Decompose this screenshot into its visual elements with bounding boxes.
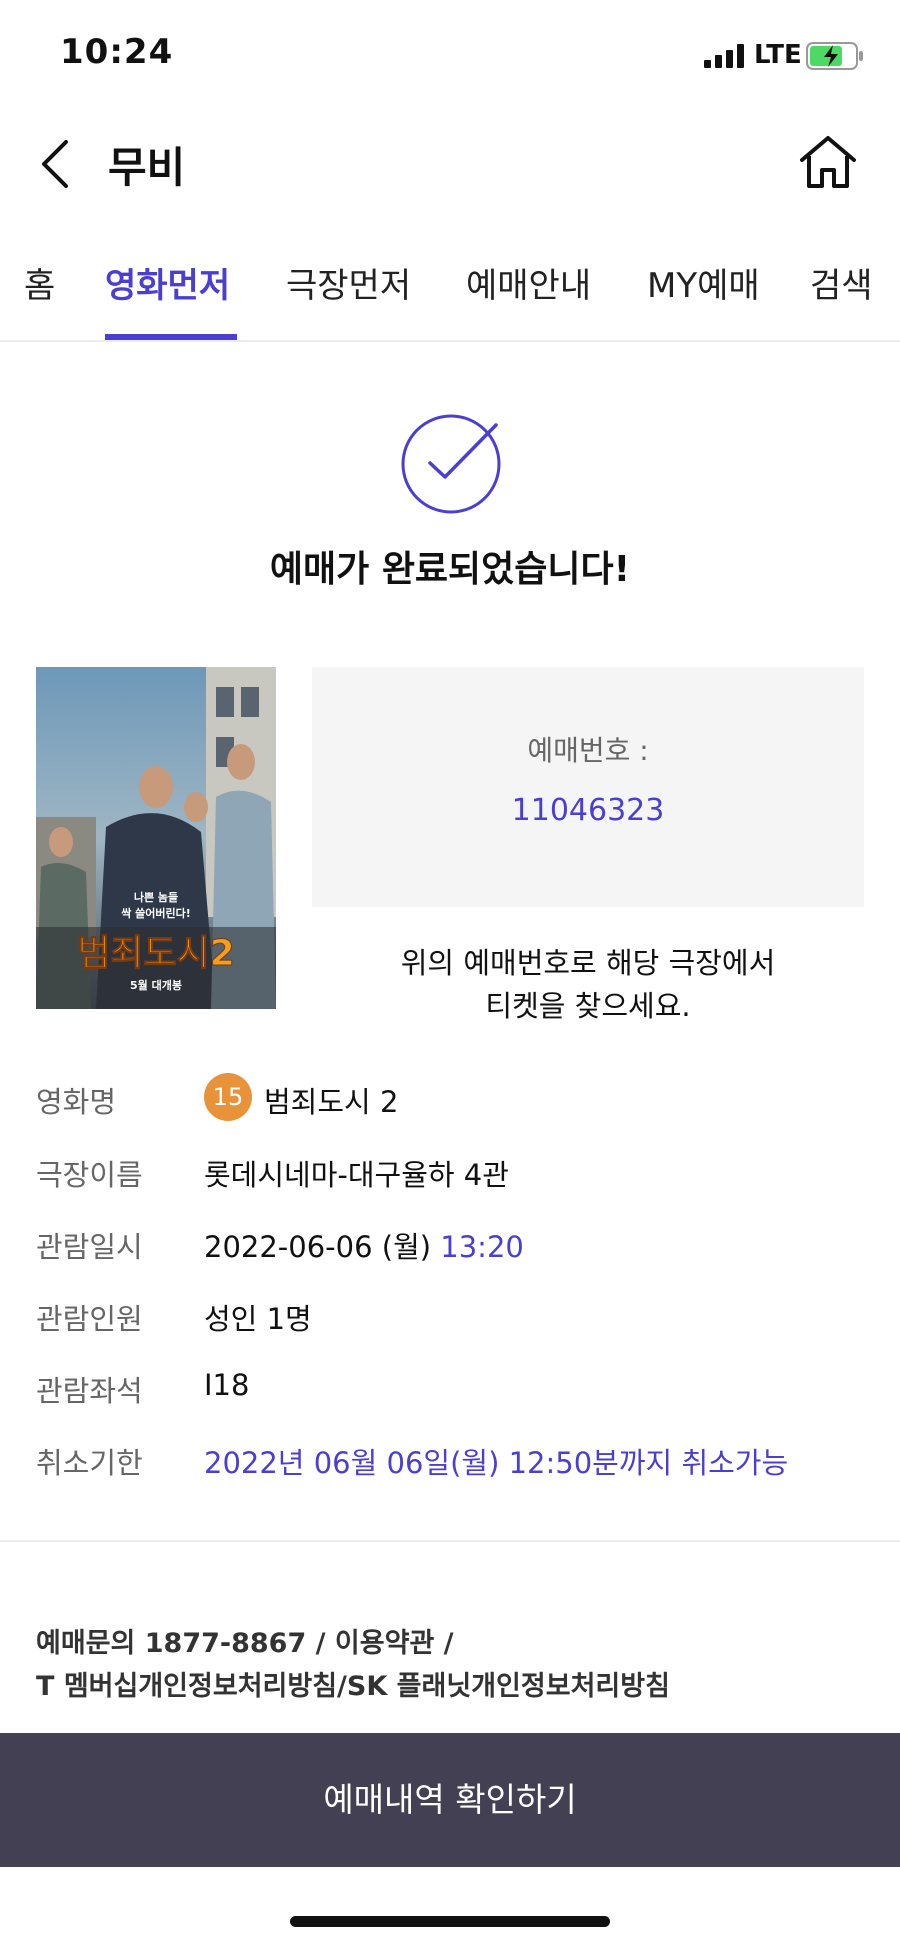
ticket-pickup-message: 위의 예매번호로 해당 극장에서 티켓을 찾으세요. xyxy=(312,942,864,1028)
check-circle-icon xyxy=(401,414,501,514)
ticket-pickup-line1: 위의 예매번호로 해당 극장에서 xyxy=(400,946,776,980)
detail-row-datetime: 관람일시 2022-06-06 (월) 13:20 xyxy=(36,1218,876,1268)
poster-tagline-line1: 나쁜 놈들 xyxy=(134,890,178,904)
movie-title: 범죄도시 2 xyxy=(264,1085,399,1119)
movie-poster: 나쁜 놈들 싹 쓸어버린다! 범죄도시2 5월 대개봉 xyxy=(36,667,276,1009)
show-time: 13:20 xyxy=(440,1230,524,1264)
detail-row-theater: 극장이름 롯데시네마-대구율하 4관 xyxy=(36,1146,876,1196)
back-arrow-icon[interactable] xyxy=(32,134,82,194)
audience-count: 성인 1명 xyxy=(204,1302,312,1336)
detail-label: 관람일시 xyxy=(36,1230,143,1264)
page-title: 무비 xyxy=(108,143,186,192)
tab-search[interactable]: 검색 xyxy=(810,258,873,307)
footer-link-line1[interactable]: 예매문의 1877-8867 / 이용약관 / xyxy=(36,1622,670,1665)
tab-movie-first[interactable]: 영화먼저 xyxy=(105,258,230,307)
active-tab-indicator xyxy=(105,334,237,340)
seat-number: I18 xyxy=(204,1368,250,1402)
age-rating-badge: 15 xyxy=(204,1073,252,1121)
detail-row-people: 관람인원 성인 1명 xyxy=(36,1290,876,1340)
nav-header: 무비 xyxy=(0,110,900,220)
view-booking-history-button[interactable]: 예매내역 확인하기 xyxy=(0,1733,900,1867)
detail-label: 취소기한 xyxy=(36,1446,143,1480)
tab-my-booking[interactable]: MY예매 xyxy=(647,258,760,307)
booking-number-box: 예매번호 : 11046323 xyxy=(312,667,864,907)
poster-title: 범죄도시2 xyxy=(77,933,235,974)
booking-number-label: 예매번호 : xyxy=(527,734,649,767)
theater-name: 롯데시네마-대구율하 4관 xyxy=(204,1158,509,1192)
battery-icon xyxy=(806,42,863,70)
showtime: 2022-06-06 (월) 13:20 xyxy=(204,1224,524,1266)
detail-label: 극장이름 xyxy=(36,1158,143,1192)
status-time: 10:24 xyxy=(60,32,174,72)
detail-row-movie: 영화명 15 범죄도시 2 xyxy=(36,1073,876,1123)
network-label: LTE xyxy=(754,40,802,70)
poster-release: 5월 대개봉 xyxy=(130,978,182,992)
status-bar: 10:24 LTE xyxy=(0,0,900,110)
booking-number: 11046323 xyxy=(511,793,665,828)
detail-label: 관람좌석 xyxy=(36,1374,143,1408)
detail-label: 영화명 xyxy=(36,1085,117,1119)
detail-row-seat: 관람좌석 I18 xyxy=(36,1362,876,1412)
cancel-deadline: 2022년 06월 06일(월) 12:50분까지 취소가능 xyxy=(204,1446,789,1480)
tab-bar: 홈 영화먼저 극장먼저 예매안내 MY예매 검색 xyxy=(0,248,900,342)
footer-links: 예매문의 1877-8867 / 이용약관 / T 멤버십개인정보처리방침/SK… xyxy=(36,1622,670,1708)
tab-booking-guide[interactable]: 예매안내 xyxy=(466,258,591,307)
tab-theater-first[interactable]: 극장먼저 xyxy=(286,258,411,307)
ticket-pickup-line2: 티켓을 찾으세요. xyxy=(485,989,691,1023)
detail-row-cancel: 취소기한 2022년 06월 06일(월) 12:50분까지 취소가능 xyxy=(36,1434,876,1484)
detail-label: 관람인원 xyxy=(36,1302,143,1336)
signal-icon xyxy=(704,44,746,68)
home-indicator[interactable] xyxy=(290,1916,610,1927)
booking-complete-message: 예매가 완료되었습니다! xyxy=(269,549,631,590)
footer-link-line2[interactable]: T 멤버십개인정보처리방침/SK 플래닛개인정보처리방침 xyxy=(36,1665,670,1708)
poster-tagline-line2: 싹 쓸어버린다! xyxy=(121,906,191,920)
section-divider xyxy=(0,1540,900,1542)
tab-home[interactable]: 홈 xyxy=(24,258,55,307)
home-icon[interactable] xyxy=(796,130,860,194)
show-date: 2022-06-06 (월) xyxy=(204,1230,441,1264)
